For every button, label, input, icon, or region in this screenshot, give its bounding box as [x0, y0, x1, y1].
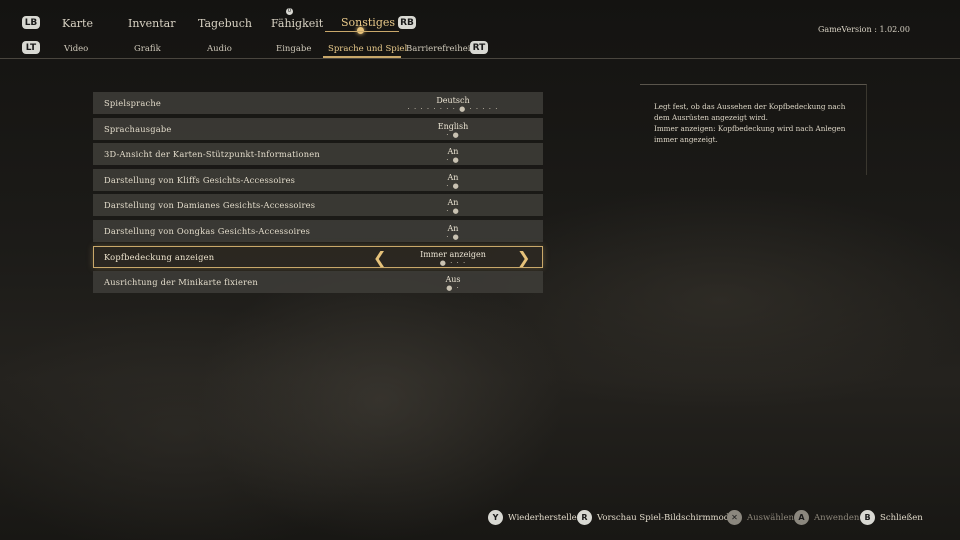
option-position-dots: · ●	[446, 181, 460, 190]
setting-row-kliff-accessoires[interactable]: Darstellung von Kliffs Gesichts-Accessoi…	[93, 168, 543, 191]
tab-faehigkeit[interactable]: Fähigkeit	[271, 17, 323, 30]
preview-screen-mode-button[interactable]: R Vorschau Spiel-Bildschirmmodus	[577, 510, 739, 525]
rt-trigger-icon[interactable]: RT	[470, 41, 488, 54]
setting-label: Spielsprache	[104, 98, 161, 108]
settings-list: Spielsprache Deutsch · · · · · · · · ● ·…	[93, 92, 543, 297]
lt-trigger-icon[interactable]: LT	[22, 41, 40, 54]
game-version-separator: :	[874, 25, 877, 34]
reset-button[interactable]: Y Wiederherstellen	[488, 510, 582, 525]
lb-bumper-icon[interactable]: LB	[22, 16, 40, 29]
subtab-barrierefreiheit[interactable]: Barrierefreiheit	[406, 44, 474, 54]
setting-label: Sprachausgabe	[104, 123, 172, 134]
setting-label: Darstellung von Damianes Gesichts-Access…	[104, 200, 316, 211]
chevron-left-icon[interactable]: ❮	[373, 248, 386, 267]
game-version-label: GameVersion	[817, 25, 872, 34]
hint-label: Vorschau Spiel-Bildschirmmodus	[597, 512, 740, 523]
subtab-sprache-und-spiel[interactable]: Sprache und Spiel	[328, 44, 407, 54]
option-position-dots: · ●	[446, 130, 460, 139]
subtab-video[interactable]: Video	[64, 44, 88, 54]
button-hints-bar: Y Wiederherstellen R Vorschau Spiel-Bild…	[0, 510, 960, 526]
active-tab-underline	[325, 31, 399, 32]
hint-label: Schließen	[880, 512, 923, 523]
setting-row-sprachausgabe[interactable]: Sprachausgabe English · ●	[93, 117, 543, 140]
top-navigation: LB Karte Inventar Tagebuch 0 Fähigkeit S…	[0, 0, 960, 58]
skill-notification-badge: 0	[286, 8, 293, 15]
setting-value: Immer anzeigen	[420, 249, 486, 259]
setting-row-3d-ansicht[interactable]: 3D-Ansicht der Karten-Stützpunkt-Informa…	[93, 143, 543, 166]
tab-inventar[interactable]: Inventar	[128, 17, 175, 30]
chevron-right-icon[interactable]: ❯	[517, 248, 530, 267]
option-position-dots: · ●	[446, 232, 460, 241]
subtab-audio[interactable]: Audio	[207, 44, 232, 54]
setting-value: An	[447, 198, 459, 208]
setting-label: 3D-Ansicht der Karten-Stützpunkt-Informa…	[104, 149, 320, 160]
setting-value: Deutsch	[436, 96, 470, 105]
setting-value: An	[447, 223, 459, 233]
setting-row-oongka-accessoires[interactable]: Darstellung von Oongkas Gesichts-Accesso…	[93, 219, 543, 242]
setting-row-damiane-accessoires[interactable]: Darstellung von Damianes Gesichts-Access…	[93, 194, 543, 217]
a-button-icon: A	[794, 510, 809, 525]
hint-label: Wiederherstellen	[508, 512, 583, 523]
setting-value: Aus	[445, 275, 461, 285]
select-button[interactable]: ✕ Auswählen	[727, 510, 794, 525]
game-version-value: 1.02.00	[879, 25, 910, 34]
hint-label: Anwenden	[814, 512, 860, 523]
option-position-dots: ● · · ·	[439, 258, 467, 267]
setting-value: An	[447, 147, 459, 157]
description-panel: Legt fest, ob das Aussehen der Kopfbedec…	[640, 84, 867, 175]
setting-value: English	[437, 121, 469, 131]
setting-label: Kopfbedeckung anzeigen	[104, 251, 215, 262]
x-button-icon: ✕	[727, 510, 742, 525]
setting-row-minikarte[interactable]: Ausrichtung der Minikarte fixieren Aus ●…	[93, 271, 543, 294]
description-line: Legt fest, ob das Aussehen der Kopfbedec…	[654, 102, 846, 122]
header-divider	[0, 58, 960, 59]
subtab-eingabe[interactable]: Eingabe	[276, 44, 311, 54]
description-text: Legt fest, ob das Aussehen der Kopfbedec…	[654, 101, 858, 145]
y-button-icon: Y	[488, 510, 503, 525]
game-version: GameVersion : 1.02.00	[818, 25, 910, 34]
option-position-dots: · · · · · · · · ● · · · · ·	[407, 105, 499, 113]
apply-button[interactable]: A Anwenden	[794, 510, 859, 525]
rb-bumper-icon[interactable]: RB	[398, 16, 416, 29]
description-line: Immer anzeigen: Kopfbedeckung wird nach …	[654, 124, 846, 144]
option-position-dots: · ●	[446, 207, 460, 216]
right-stick-icon: R	[577, 510, 592, 525]
setting-value: An	[447, 172, 459, 182]
tab-karte[interactable]: Karte	[62, 17, 93, 30]
setting-row-spielsprache[interactable]: Spielsprache Deutsch · · · · · · · · ● ·…	[93, 92, 543, 114]
hint-label: Auswählen	[747, 512, 795, 523]
tab-tagebuch[interactable]: Tagebuch	[198, 17, 252, 30]
option-position-dots: ● ·	[446, 284, 460, 293]
close-button[interactable]: B Schließen	[860, 510, 923, 525]
setting-label: Darstellung von Oongkas Gesichts-Accesso…	[104, 225, 311, 236]
option-position-dots: · ●	[446, 156, 460, 165]
setting-label: Ausrichtung der Minikarte fixieren	[104, 277, 258, 288]
subtab-grafik[interactable]: Grafik	[134, 44, 161, 54]
setting-row-kopfbedeckung[interactable]: Kopfbedeckung anzeigen ❮ Immer anzeigen …	[93, 245, 543, 268]
b-button-icon: B	[860, 510, 875, 525]
tab-sonstiges[interactable]: Sonstiges	[341, 16, 395, 29]
setting-label: Darstellung von Kliffs Gesichts-Accessoi…	[104, 174, 296, 185]
